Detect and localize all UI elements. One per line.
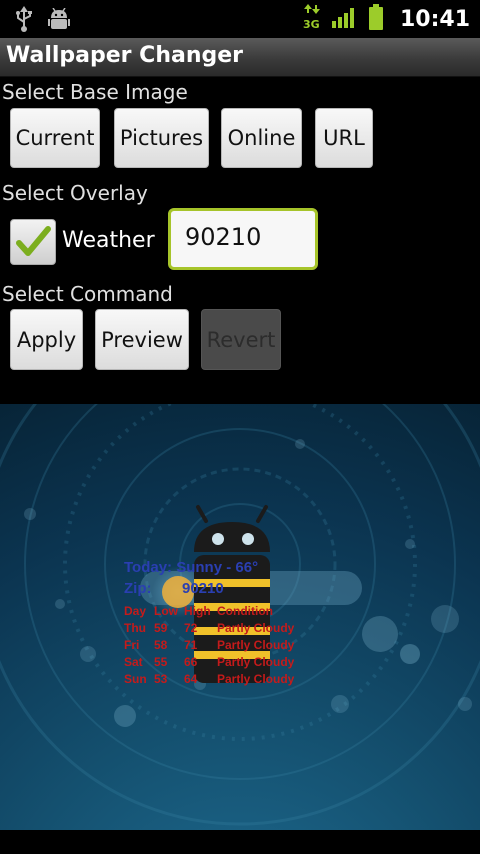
forecast-low: 59 [154, 621, 168, 635]
data-3g-icon: 3G [302, 4, 322, 34]
forecast-high: 64 [184, 672, 198, 686]
weather-checkbox-label: Weather [62, 228, 155, 253]
signal-icon [331, 6, 358, 32]
forecast-header-low: Low [154, 604, 178, 618]
url-button[interactable]: URL [315, 108, 373, 168]
clock: 10:41 [399, 6, 470, 32]
zip-code-input[interactable]: 90210 [168, 208, 318, 270]
forecast-day: Sun [124, 672, 147, 686]
network-type-label: 3G [303, 18, 320, 30]
zip-label-text: Zip: [124, 580, 152, 597]
weather-checkbox[interactable] [10, 219, 56, 265]
forecast-header-condition: Condition [217, 604, 273, 618]
forecast-low: 53 [154, 672, 168, 686]
forecast-day: Thu [124, 621, 146, 635]
forecast-condition: Partly Cloudy [217, 621, 295, 635]
command-label: Select Command [2, 282, 173, 306]
zip-value-text: 90210 [182, 580, 224, 597]
app-title: Wallpaper Changer [6, 43, 244, 68]
forecast-low: 58 [154, 638, 168, 652]
forecast-day: Fri [124, 638, 140, 652]
forecast-high: 71 [184, 638, 198, 652]
today-weather-text: Today: Sunny - 66° [124, 559, 259, 576]
forecast-condition: Partly Cloudy [217, 672, 295, 686]
title-bar: Wallpaper Changer [0, 38, 480, 77]
wallpaper-preview: Today: Sunny - 66° Zip: 90210 Day Low Hi… [0, 404, 480, 830]
forecast-header-high: High [184, 604, 211, 618]
android-debug-icon [48, 7, 70, 34]
current-button[interactable]: Current [10, 108, 100, 168]
online-button[interactable]: Online [221, 108, 302, 168]
status-bar: 3G 10:41 [0, 0, 480, 38]
forecast-condition: Partly Cloudy [217, 655, 295, 669]
preview-button[interactable]: Preview [95, 309, 189, 370]
forecast-high: 72 [184, 621, 198, 635]
forecast-low: 55 [154, 655, 168, 669]
battery-icon [368, 4, 384, 34]
forecast-day: Sat [124, 655, 143, 669]
forecast-condition: Partly Cloudy [217, 638, 295, 652]
revert-button: Revert [201, 309, 281, 370]
base-image-label: Select Base Image [2, 80, 188, 104]
overlay-label: Select Overlay [2, 181, 148, 205]
forecast-high: 66 [184, 655, 198, 669]
pictures-button[interactable]: Pictures [114, 108, 209, 168]
forecast-header-day: Day [124, 604, 147, 618]
usb-icon [14, 6, 34, 36]
apply-button[interactable]: Apply [10, 309, 83, 370]
